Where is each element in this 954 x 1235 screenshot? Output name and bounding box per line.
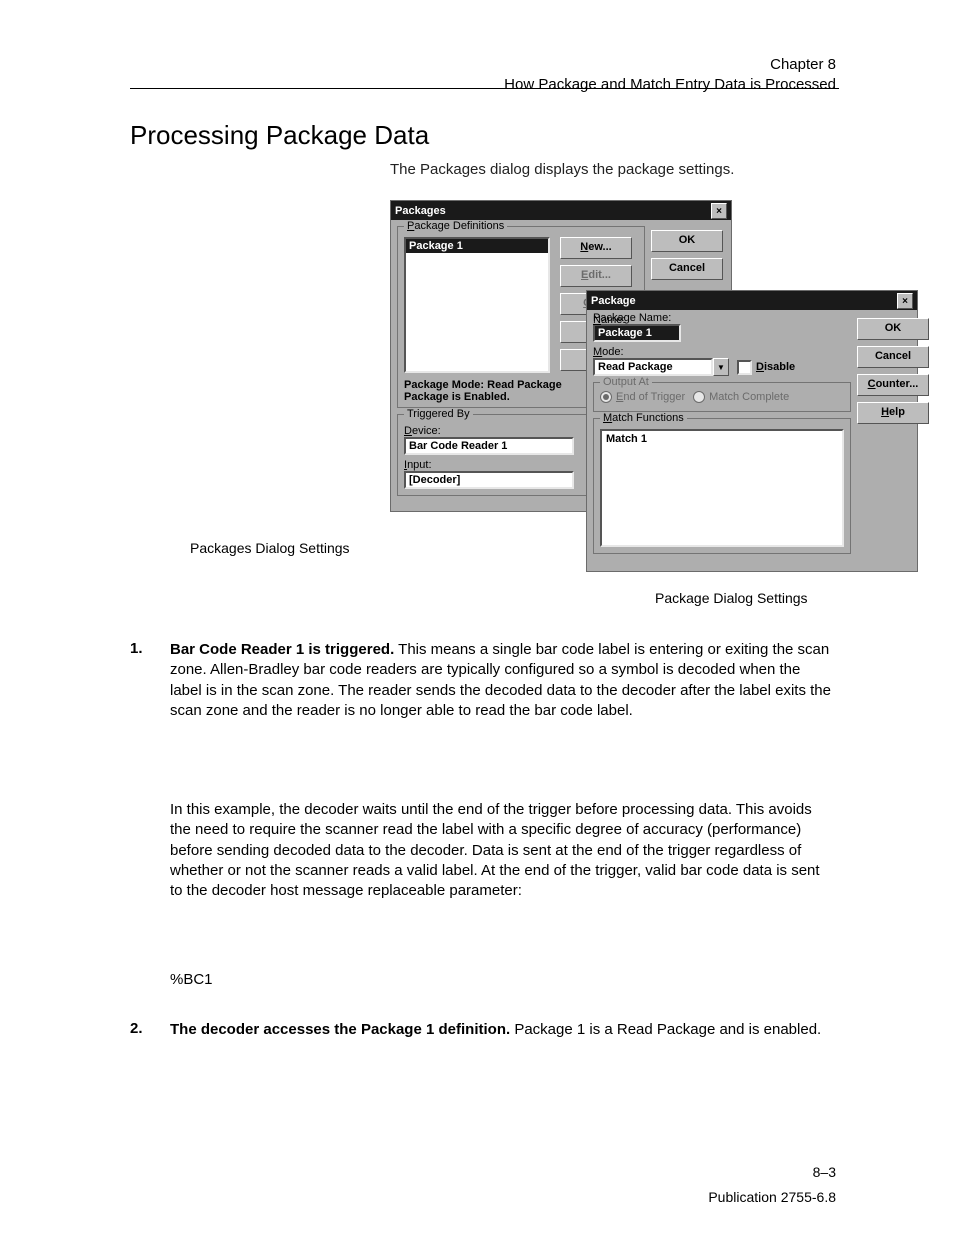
page-number: 8–3 <box>813 1164 836 1180</box>
output-at-group: Output At End of Trigger Match Complete <box>593 382 851 412</box>
package-definitions-legend: Package Definitions <box>404 220 507 232</box>
output-at-legend: Output At <box>600 376 652 388</box>
end-of-trigger-radio: End of Trigger <box>600 391 685 403</box>
help-button[interactable]: Help <box>857 402 929 424</box>
package-list-item[interactable]: Package 1 <box>406 239 548 253</box>
ok-button[interactable]: OK <box>651 230 723 252</box>
new-button[interactable]: New... <box>560 237 632 259</box>
match-functions-legend: Match Functions <box>600 412 687 424</box>
step1-cont: In this example, the decoder waits until… <box>170 800 836 901</box>
cancel-button[interactable]: Cancel <box>651 258 723 280</box>
packages-title: Packages <box>395 205 446 217</box>
chapter-subject: How Package and Match Entry Data is Proc… <box>504 75 836 95</box>
packages-caption: Packages Dialog Settings <box>190 540 350 556</box>
package-caption: Package Dialog Settings <box>655 590 808 606</box>
step1-number: 1. <box>130 640 143 657</box>
package-window: Package × NPackage Name:ame: Package Nam… <box>586 290 918 572</box>
mode-label: Mode: <box>593 346 851 358</box>
radio-icon <box>600 391 612 403</box>
close-icon[interactable]: × <box>711 203 727 219</box>
step1-body: Bar Code Reader 1 is triggered. This mea… <box>170 640 836 721</box>
triggered-by-legend: Triggered By <box>404 408 473 420</box>
close-icon[interactable]: × <box>897 293 913 309</box>
input-field: [Decoder] <box>404 471 574 489</box>
screenshot-area: Packages × Package Definitions Package 1… <box>390 200 926 572</box>
header-rule <box>130 88 839 89</box>
cancel-button[interactable]: Cancel <box>857 346 929 368</box>
intro-text: The Packages dialog displays the package… <box>390 160 836 180</box>
publication-number: Publication 2755-6.8 <box>708 1189 836 1205</box>
package-name-input[interactable]: Package 1 <box>593 324 681 342</box>
package-name-label-full: Package Name: <box>593 312 851 324</box>
mode-dropdown[interactable]: Read Package ▼ <box>593 358 729 376</box>
match-complete-radio: Match Complete <box>693 391 789 403</box>
disable-checkbox[interactable]: Disable <box>737 360 795 375</box>
checkbox-icon <box>737 360 752 375</box>
step2-body: The decoder accesses the Package 1 defin… <box>170 1020 836 1040</box>
step1-param: %BC1 <box>170 970 836 990</box>
step2-number: 2. <box>130 1020 143 1037</box>
radio-icon <box>693 391 705 403</box>
disable-label: Disable <box>756 361 795 373</box>
packages-titlebar: Packages × <box>391 201 731 220</box>
step1-bold: Bar Code Reader 1 is triggered. <box>170 641 394 658</box>
device-field: Bar Code Reader 1 <box>404 437 574 455</box>
mode-value: Read Package <box>593 358 713 376</box>
chapter-label: Chapter 8 <box>504 55 836 75</box>
section-title: Processing Package Data <box>130 120 429 151</box>
match-functions-group: Match Functions Match 1 <box>593 418 851 554</box>
edit-button: Edit... <box>560 265 632 287</box>
chevron-down-icon[interactable]: ▼ <box>713 358 729 376</box>
ok-button[interactable]: OK <box>857 318 929 340</box>
package-titlebar: Package × <box>587 291 917 310</box>
package-list[interactable]: Package 1 <box>404 237 550 373</box>
package-title: Package <box>591 295 636 307</box>
match-functions-list[interactable]: Match 1 <box>600 429 844 547</box>
counter-button[interactable]: Counter... <box>857 374 929 396</box>
